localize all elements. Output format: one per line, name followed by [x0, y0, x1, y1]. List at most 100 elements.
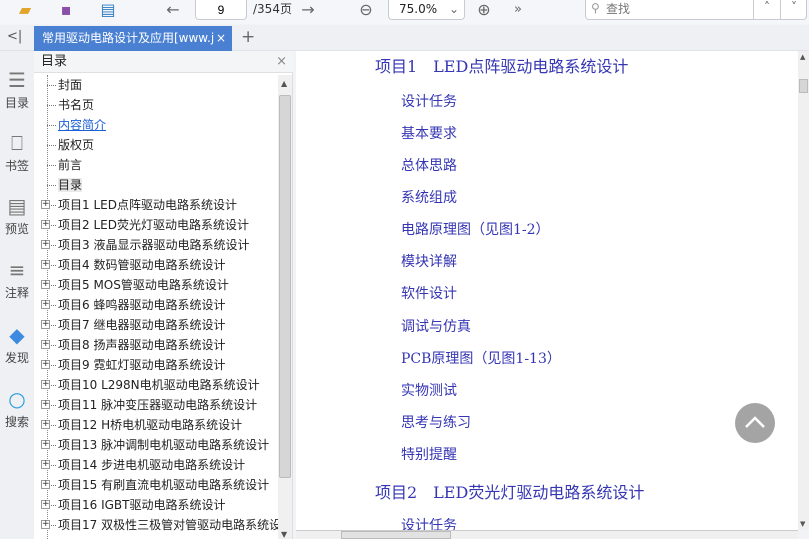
prev-page-icon[interactable]: ← [162, 0, 184, 19]
rail-item-0[interactable]: ☰ 目录 [0, 68, 34, 111]
toc-item[interactable]: + 项目15 有刷直流电机驱动电路系统设计 [34, 475, 278, 495]
scroll-up-icon[interactable]: ▲ [800, 53, 805, 61]
new-tab-button[interactable]: + [241, 27, 255, 47]
toc-item[interactable]: 前言 [34, 155, 278, 175]
rail-item-2[interactable]: ▤ 预览 [0, 194, 34, 237]
toc-item[interactable]: 内容简介 [34, 115, 278, 135]
save-icon[interactable]: ▪ [55, 0, 77, 19]
doc-link[interactable]: 设计任务 [401, 91, 457, 111]
toc-item[interactable]: + 项目12 H桥电机驱动电路系统设计 [34, 415, 278, 435]
back-to-top-button[interactable] [735, 403, 775, 443]
doc-link[interactable]: 设计任务 [401, 515, 457, 530]
collapse-sidebar-button[interactable]: <| [7, 29, 22, 44]
document-tab[interactable]: 常用驱动电路设计及应用[www.j × [34, 26, 232, 51]
zoom-out-icon[interactable]: ⊖ [355, 0, 377, 19]
toc-item-label: 版权页 [58, 138, 95, 152]
zoom-in-icon[interactable]: ⊕ [473, 0, 495, 19]
next-page-icon[interactable]: → [297, 0, 319, 19]
doc-link[interactable]: 特别提醒 [401, 444, 457, 464]
scroll-up-icon[interactable]: ▲ [281, 79, 287, 88]
toc-item[interactable]: + 项目14 步进电机驱动电路系统设计 [34, 455, 278, 475]
search-prev-button[interactable]: ˄ [753, 0, 780, 19]
toc-item[interactable]: + 项目13 脉冲调制电机驱动电路系统设计 [34, 435, 278, 455]
doc-hscroll-thumb[interactable] [341, 531, 451, 539]
expand-icon[interactable]: + [41, 520, 50, 529]
toc-item[interactable]: 目录 [34, 175, 278, 195]
toc-item[interactable]: + 项目2 LED荧光灯驱动电路系统设计 [34, 215, 278, 235]
page-input[interactable] [195, 0, 247, 20]
toc-item[interactable]: + 项目5 MOS管驱动电路系统设计 [34, 275, 278, 295]
open-folder-icon[interactable]: ▰ [14, 0, 36, 19]
expand-icon[interactable]: + [41, 240, 50, 249]
toc-item[interactable]: + 项目8 扬声器驱动电路系统设计 [34, 335, 278, 355]
scroll-down-icon[interactable]: ▼ [800, 520, 805, 528]
expand-icon[interactable]: + [41, 460, 50, 469]
expand-icon[interactable]: + [41, 360, 50, 369]
doc-link[interactable]: 实物测试 [401, 380, 457, 400]
expand-icon[interactable]: + [41, 320, 50, 329]
toc-item[interactable]: + 项目10 L298N电机驱动电路系统设计 [34, 375, 278, 395]
toc-item[interactable]: + 项目7 继电器驱动电路系统设计 [34, 315, 278, 335]
toc-item-label: 项目12 H桥电机驱动电路系统设计 [58, 418, 243, 432]
rail-item-3[interactable]: ≡ 注释 [0, 258, 34, 301]
toc-scroll-thumb[interactable] [279, 95, 291, 478]
toc-panel: 目录 × 封面 书名页 内容简介 版权页 前言 目录 + 项目1 LED点阵驱动电路系统设计 +… [34, 51, 293, 539]
expand-icon[interactable]: + [41, 500, 50, 509]
tab-close-button[interactable]: × [216, 26, 226, 51]
doc-scroll-thumb[interactable] [799, 79, 808, 93]
toc-list: 封面 书名页 内容简介 版权页 前言 目录 + 项目1 LED点阵驱动电路系统设计 + 项目2 L… [34, 75, 278, 539]
doc-link[interactable]: 调试与仿真 [401, 316, 471, 336]
scroll-down-icon[interactable]: ▼ [281, 530, 287, 539]
expand-icon[interactable]: + [41, 440, 50, 449]
doc-horizontal-scrollbar[interactable] [296, 530, 798, 539]
doc-link[interactable]: 系统组成 [401, 187, 457, 207]
toc-item-label: 封面 [58, 78, 83, 92]
search-input[interactable] [606, 1, 746, 17]
doc-link[interactable]: 电路原理图（见图1-2） [401, 219, 550, 239]
doc-link[interactable]: 基本要求 [401, 123, 457, 143]
rail-item-1[interactable]: ⎕ 书签 [0, 131, 34, 174]
toc-item[interactable]: + 项目1 LED点阵驱动电路系统设计 [34, 195, 278, 215]
toc-item[interactable]: 版权页 [34, 135, 278, 155]
toc-item[interactable]: + 项目11 脉冲变压器驱动电路系统设计 [34, 395, 278, 415]
toc-item[interactable]: + 项目6 蜂鸣器驱动电路系统设计 [34, 295, 278, 315]
toc-scrollbar[interactable]: ▲ ▼ [278, 75, 292, 539]
toc-close-button[interactable]: × [276, 51, 287, 73]
expand-icon[interactable]: + [41, 340, 50, 349]
expand-icon[interactable]: + [41, 480, 50, 489]
toc-item-label: 项目2 LED荧光灯驱动电路系统设计 [58, 218, 249, 232]
expand-icon[interactable]: + [41, 420, 50, 429]
doc-link[interactable]: 思考与练习 [401, 412, 471, 432]
doc-link[interactable]: 总体思路 [401, 155, 457, 175]
toc-item-label: 项目9 霓虹灯驱动电路系统设计 [58, 358, 226, 372]
chevron-down-icon: ⌄ [448, 2, 459, 16]
print-icon[interactable]: ▤ [97, 0, 119, 19]
rail-item-5[interactable]: ○ 搜索 [0, 387, 34, 430]
doc-link[interactable]: 软件设计 [401, 283, 457, 303]
expand-icon[interactable]: + [41, 260, 50, 269]
toc-item[interactable]: + 项目17 双极性三极管对管驱动电路系统设计 [34, 515, 278, 535]
doc-vertical-scrollbar[interactable]: ▲ ▼ [798, 51, 809, 530]
toc-item-label: 项目6 蜂鸣器驱动电路系统设计 [58, 298, 226, 312]
toc-item[interactable]: + 项目4 数码管驱动电路系统设计 [34, 255, 278, 275]
expand-icon[interactable]: + [41, 200, 50, 209]
search-next-button[interactable]: ˅ [780, 0, 807, 19]
zoom-select[interactable]: 75.0% ⌄ [388, 0, 465, 20]
more-icon[interactable]: » [507, 0, 529, 18]
toc-item[interactable]: 书名页 [34, 95, 278, 115]
tree-connector [47, 145, 56, 146]
expand-icon[interactable]: + [41, 300, 50, 309]
toc-item[interactable]: + 项目9 霓虹灯驱动电路系统设计 [34, 355, 278, 375]
rail-item-4[interactable]: ◆ 发现 [0, 323, 34, 366]
doc-link[interactable]: 模块详解 [401, 251, 457, 271]
expand-icon[interactable]: + [41, 400, 50, 409]
doc-link[interactable]: PCB原理图（见图1-13） [401, 348, 561, 368]
expand-icon[interactable]: + [41, 380, 50, 389]
toc-item[interactable]: + 项目16 IGBT驱动电路系统设计 [34, 495, 278, 515]
zoom-value: 75.0% [399, 2, 438, 16]
toc-item[interactable]: + 项目3 液晶显示器驱动电路系统设计 [34, 235, 278, 255]
search-box[interactable]: ⚲ ˄ ˅ [585, 0, 807, 20]
expand-icon[interactable]: + [41, 220, 50, 229]
toc-item[interactable]: 封面 [34, 75, 278, 95]
expand-icon[interactable]: + [41, 280, 50, 289]
